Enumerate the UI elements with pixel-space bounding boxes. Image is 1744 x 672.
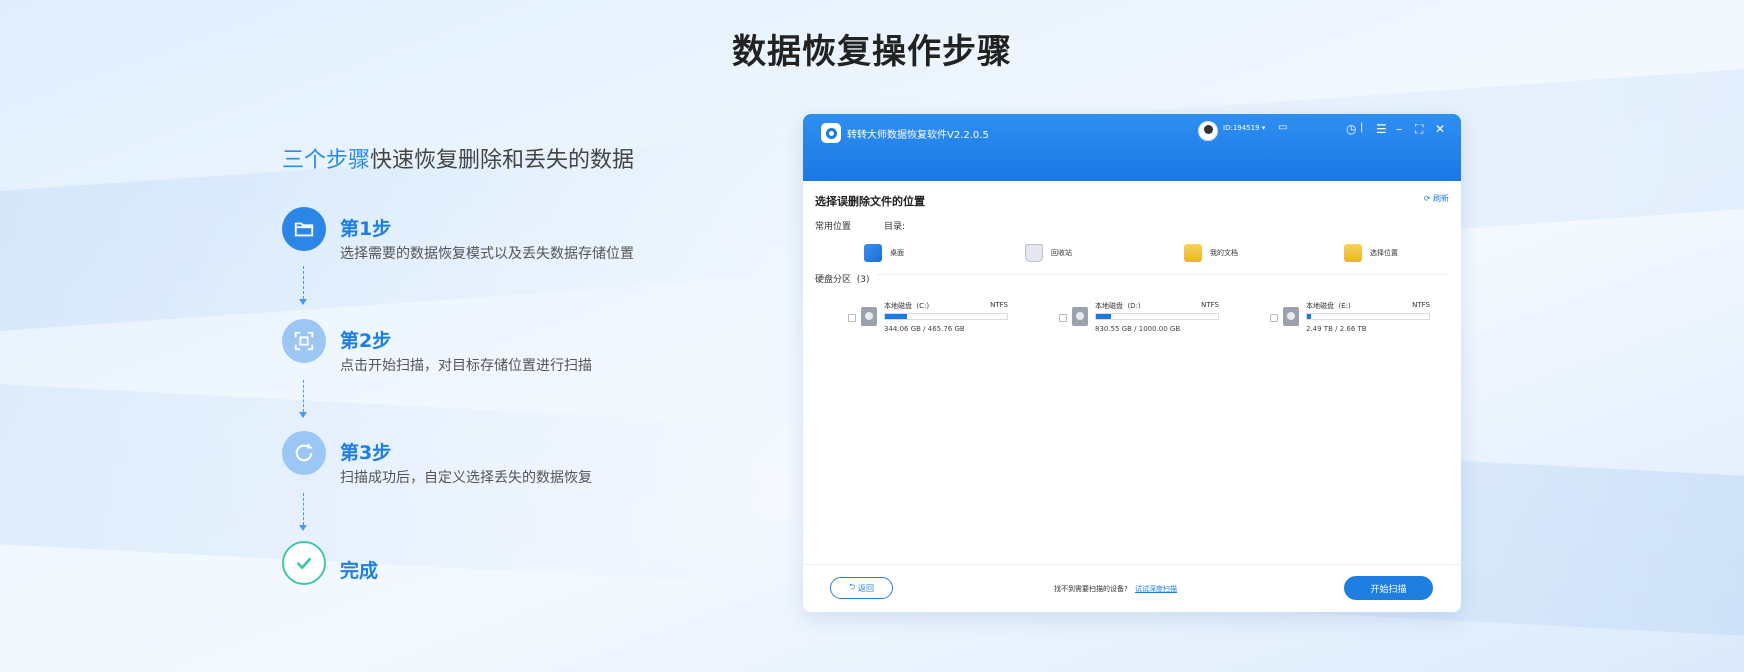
close-icon[interactable]: ✕ <box>1435 122 1445 136</box>
step-title: 第2步 <box>340 330 392 352</box>
step-desc: 扫描成功后，自定义选择丢失的数据恢复 <box>340 470 592 486</box>
avatar[interactable] <box>1198 121 1218 141</box>
drive-name: 本地磁盘 (C:) <box>884 302 930 310</box>
location-desktop[interactable]: 桌面 <box>864 242 904 264</box>
drive-d[interactable]: 本地磁盘 (D:) NTFS 830.55 GB / 1000.00 GB <box>1059 298 1219 338</box>
hard-drive-icon <box>1283 307 1299 326</box>
step-connector <box>303 493 305 525</box>
step-title: 完成 <box>340 560 379 582</box>
partition-label: 硬盘分区 (3) <box>815 272 876 285</box>
refresh-icon <box>282 431 326 475</box>
arrow-down-icon <box>299 299 307 305</box>
common-locations-label: 常用位置 <box>815 222 852 232</box>
page-title: 数据恢复操作步骤 <box>732 32 1012 72</box>
subtitle-rest: 快速恢复删除和丢失的数据 <box>370 148 635 173</box>
separator: | <box>1360 122 1364 133</box>
choose-location-icon <box>1344 244 1362 262</box>
section-title: 选择误删除文件的位置 <box>815 195 925 208</box>
location-recycle-bin[interactable]: 回收站 <box>1025 242 1072 264</box>
documents-folder-icon <box>1184 244 1202 262</box>
usage-bar <box>884 313 1008 320</box>
step-title: 第1步 <box>340 218 392 240</box>
refresh-button[interactable]: ⟳ 刷新 <box>1424 193 1449 204</box>
back-button[interactable]: ⮌ 返回 <box>830 577 893 599</box>
step-connector <box>303 380 305 412</box>
maximize-icon[interactable]: ⛶ <box>1415 122 1423 137</box>
drive-e[interactable]: 本地磁盘 (E:) NTFS 2.49 TB / 2.66 TB <box>1270 298 1430 338</box>
drive-fs: NTFS <box>1412 301 1430 309</box>
arrow-down-icon <box>299 525 307 531</box>
hard-drive-icon <box>861 307 877 326</box>
directory-label: 目录: <box>884 222 906 232</box>
usage-bar <box>1306 313 1430 320</box>
step-desc: 选择需要的数据恢复模式以及丢失数据存储位置 <box>340 246 634 262</box>
divider <box>815 274 1449 275</box>
drive-name: 本地磁盘 (E:) <box>1306 302 1351 310</box>
minimize-icon[interactable]: – <box>1396 122 1402 136</box>
start-scan-button[interactable]: 开始扫描 <box>1344 576 1433 600</box>
app-window: 转转大师数据恢复软件V2.2.0.5 ID:194519 ▾ ▭ ◷ | ☰ –… <box>803 114 1461 612</box>
recycle-bin-icon <box>1025 244 1043 262</box>
drive-size: 344.06 GB / 465.76 GB <box>884 325 965 333</box>
scan-icon <box>282 319 326 363</box>
step-2: 第2步 点击开始扫描，对目标存储位置进行扫描 <box>282 319 702 374</box>
step-title: 第3步 <box>340 442 392 464</box>
app-logo <box>821 123 841 143</box>
location-choose[interactable]: 选择位置 <box>1344 242 1398 264</box>
arrow-down-icon <box>299 412 307 418</box>
step-desc: 点击开始扫描，对目标存储位置进行扫描 <box>340 358 592 374</box>
step-3: 第3步 扫描成功后，自定义选择丢失的数据恢复 <box>282 431 702 486</box>
step-connector <box>303 266 305 299</box>
user-id[interactable]: ID:194519 ▾ <box>1223 124 1265 132</box>
history-icon[interactable]: ◷ <box>1346 122 1356 136</box>
drive-c[interactable]: 本地磁盘 (C:) NTFS 344.06 GB / 465.76 GB <box>848 298 1008 338</box>
footer-divider <box>803 564 1461 565</box>
monitor-icon[interactable]: ▭ <box>1278 122 1287 133</box>
help-text: 找不到需要扫描的设备? <box>1054 585 1128 593</box>
drive-size: 2.49 TB / 2.66 TB <box>1306 325 1367 333</box>
check-icon <box>282 541 326 585</box>
drive-fs: NTFS <box>990 301 1008 309</box>
drive-fs: NTFS <box>1201 301 1219 309</box>
menu-icon[interactable]: ☰ <box>1376 122 1387 136</box>
folder-icon <box>282 207 326 251</box>
app-name: 转转大师数据恢复软件V2.2.0.5 <box>847 130 989 141</box>
usage-bar <box>1095 313 1219 320</box>
step-1: 第1步 选择需要的数据恢复模式以及丢失数据存储位置 <box>282 207 702 262</box>
deep-scan-link[interactable]: 试试深度扫描 <box>1135 584 1177 594</box>
location-documents[interactable]: 我的文档 <box>1184 242 1238 264</box>
drive-checkbox[interactable] <box>1270 314 1278 322</box>
subtitle: 三个步骤快速恢复删除和丢失的数据 <box>282 142 634 174</box>
step-done: 完成 <box>282 541 702 591</box>
app-header: 转转大师数据恢复软件V2.2.0.5 ID:194519 ▾ ▭ ◷ | ☰ –… <box>803 114 1461 181</box>
drive-size: 830.55 GB / 1000.00 GB <box>1095 325 1181 333</box>
desktop-icon <box>864 244 882 262</box>
subtitle-accent: 三个步骤 <box>282 148 371 173</box>
drive-checkbox[interactable] <box>1059 314 1067 322</box>
hard-drive-icon <box>1072 307 1088 326</box>
drive-checkbox[interactable] <box>848 314 856 322</box>
drive-name: 本地磁盘 (D:) <box>1095 302 1141 310</box>
